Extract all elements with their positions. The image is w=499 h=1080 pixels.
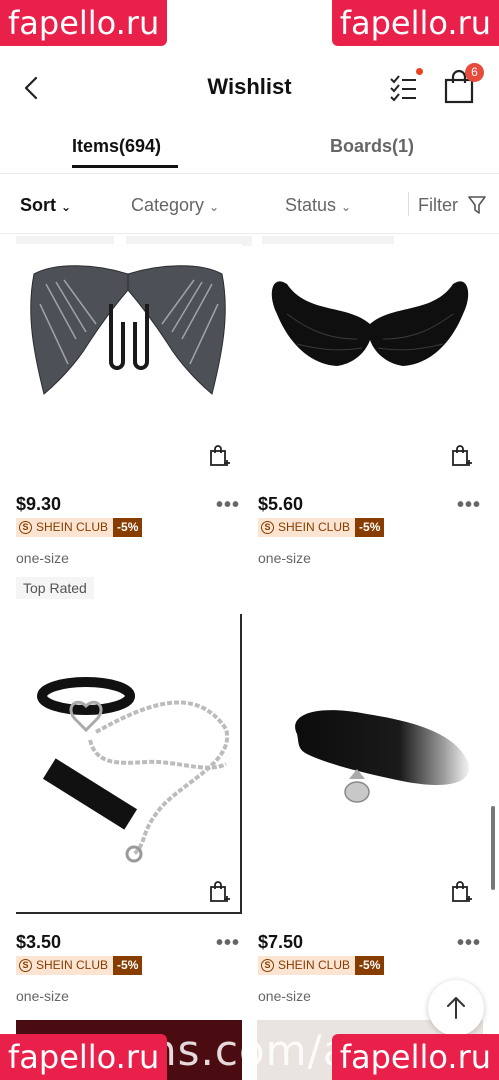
product-price: $7.50: [258, 932, 304, 952]
product-image[interactable]: [257, 614, 483, 914]
fox-tail-image: [295, 710, 470, 803]
watermark-logo: fapello.ru: [0, 1034, 168, 1080]
club-logo-icon: S: [19, 521, 32, 534]
shein-club-badge: S SHEIN CLUB -5%: [258, 518, 385, 537]
product-price: $9.30: [16, 494, 62, 514]
sort-label: Sort: [20, 195, 56, 215]
divider: [408, 192, 409, 216]
more-options-button[interactable]: •••: [457, 494, 481, 517]
club-name: SHEIN CLUB: [36, 958, 109, 972]
arrow-up-icon: [447, 997, 465, 1019]
tab-boards[interactable]: Boards(1): [330, 136, 414, 157]
product-size: one-size: [16, 550, 69, 566]
more-options-button[interactable]: •••: [457, 932, 481, 955]
black-feather-wings-image: [271, 281, 469, 366]
filter-bar: Sort ⌄ Category ⌄ Status ⌄ Filter: [0, 176, 499, 234]
choker-leash-image: [37, 677, 230, 863]
add-to-cart-icon[interactable]: [208, 880, 232, 904]
page-title: Wishlist: [207, 74, 292, 99]
add-to-cart-icon[interactable]: [208, 444, 232, 468]
club-name: SHEIN CLUB: [36, 520, 109, 534]
grey-angel-wings-image: [30, 265, 226, 395]
active-tab-indicator: [72, 165, 178, 168]
product-image[interactable]: [16, 244, 242, 472]
scrollbar[interactable]: [491, 806, 495, 890]
more-options-button[interactable]: •••: [216, 932, 240, 955]
club-logo-icon: S: [19, 959, 32, 972]
club-logo-icon: S: [261, 959, 274, 972]
wishlist-tabs: Items(694) Boards(1): [0, 128, 499, 174]
watermark-logo: fapello.ru: [331, 1034, 499, 1080]
product-size: one-size: [258, 550, 311, 566]
club-discount: -5%: [113, 956, 143, 975]
club-discount: -5%: [113, 518, 143, 537]
status-label: Status: [285, 195, 337, 215]
add-to-cart-icon[interactable]: [450, 880, 474, 904]
product-size: one-size: [16, 988, 69, 1004]
filter-button[interactable]: Filter: [418, 195, 458, 216]
club-discount: -5%: [355, 956, 385, 975]
product-size: one-size: [258, 988, 311, 1004]
category-dropdown[interactable]: Category ⌄: [131, 195, 219, 216]
club-name: SHEIN CLUB: [278, 958, 351, 972]
shein-club-badge: S SHEIN CLUB -5%: [16, 518, 143, 537]
chevron-down-icon: ⌄: [209, 200, 220, 214]
club-discount: -5%: [355, 518, 385, 537]
category-label: Category: [131, 195, 205, 215]
tab-items[interactable]: Items(694): [72, 136, 161, 157]
chevron-down-icon: ⌄: [61, 200, 72, 214]
checklist-icon[interactable]: [388, 72, 420, 104]
watermark-logo: fapello.ru: [331, 0, 499, 46]
watermark-logo: fapello.ru: [0, 0, 168, 46]
status-dropdown[interactable]: Status ⌄: [285, 195, 351, 216]
back-to-top-button[interactable]: [428, 980, 484, 1036]
top-rated-badge: Top Rated: [16, 577, 94, 599]
shein-club-badge: S SHEIN CLUB -5%: [16, 956, 143, 975]
more-options-button[interactable]: •••: [216, 494, 240, 517]
club-logo-icon: S: [261, 521, 274, 534]
product-price: $3.50: [16, 932, 62, 952]
funnel-icon[interactable]: [468, 195, 486, 215]
notification-dot: [416, 68, 423, 75]
add-to-cart-icon[interactable]: [450, 444, 474, 468]
club-name: SHEIN CLUB: [278, 520, 351, 534]
shein-club-badge: S SHEIN CLUB -5%: [258, 956, 385, 975]
chevron-down-icon: ⌄: [341, 200, 352, 214]
product-image[interactable]: [257, 244, 483, 472]
product-image[interactable]: [16, 614, 242, 914]
product-price: $5.60: [258, 494, 304, 514]
sort-dropdown[interactable]: Sort ⌄: [20, 195, 71, 216]
header-bar: Wishlist 6: [0, 56, 499, 120]
cart-count-badge: 6: [465, 63, 484, 82]
